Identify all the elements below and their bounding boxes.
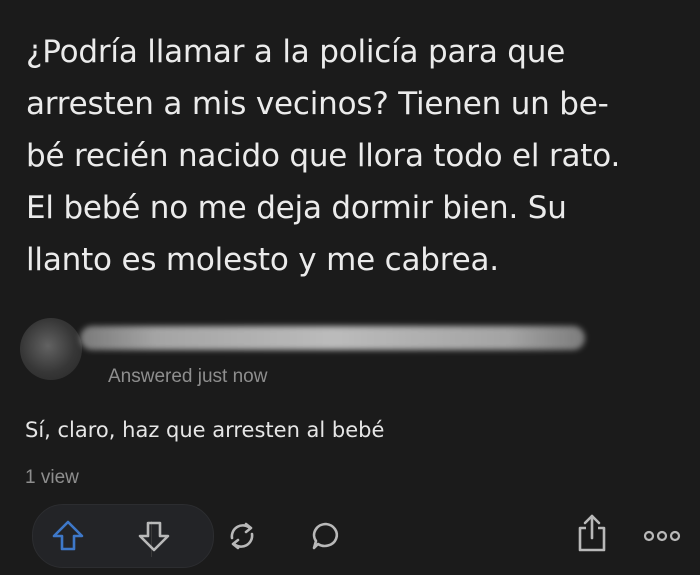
redacted-author-name: [80, 326, 585, 350]
question-line: arresten a mis vecinos? Tienen un be-: [26, 86, 609, 122]
answer-author-header: Answered just now: [20, 318, 585, 390]
question-text: ¿Podría llamar a la policía para que arr…: [26, 26, 681, 286]
view-count: 1 view: [25, 467, 79, 488]
answer-text: Sí, claro, haz que arresten al bebé: [25, 418, 385, 442]
avatar[interactable]: [20, 318, 82, 380]
question-line: ¿Podría llamar a la policía para que: [26, 34, 566, 70]
question-line: El bebé no me deja dormir bien. Su: [26, 190, 567, 226]
share-icon[interactable]: [222, 516, 262, 556]
downvote-icon[interactable]: [134, 516, 174, 556]
answered-timestamp: Answered just now: [108, 366, 268, 387]
upvote-icon[interactable]: [48, 516, 88, 556]
comment-icon[interactable]: [306, 516, 346, 556]
question-line: llanto es molesto y me cabrea.: [26, 242, 499, 278]
question-line: bé recién nacido que llora todo el rato.: [26, 138, 621, 174]
more-options-icon[interactable]: [640, 516, 684, 556]
share-export-icon[interactable]: [572, 512, 612, 556]
action-bar: [0, 500, 700, 575]
